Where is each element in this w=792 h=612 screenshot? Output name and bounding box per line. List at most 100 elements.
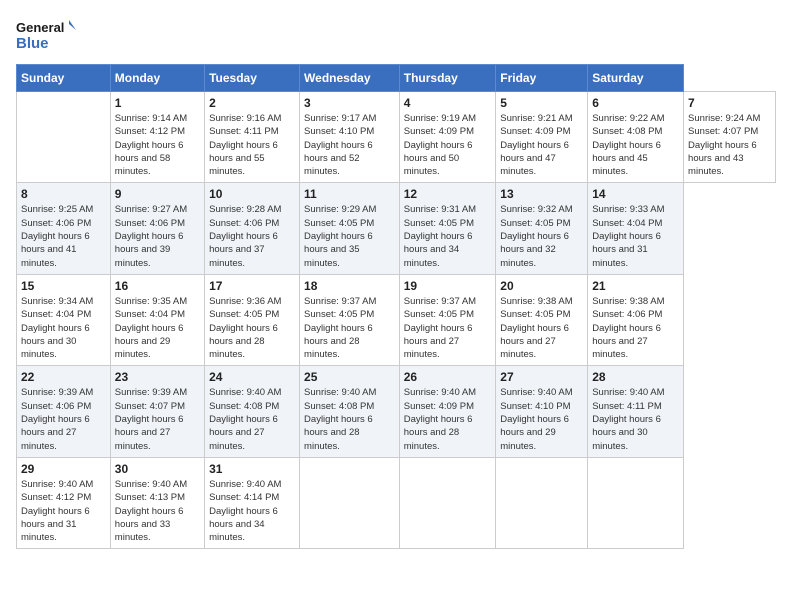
calendar-cell: 28 Sunrise: 9:40 AM Sunset: 4:11 PM Dayl…	[588, 366, 684, 457]
calendar-cell: 12 Sunrise: 9:31 AM Sunset: 4:05 PM Dayl…	[399, 183, 496, 274]
calendar-cell: 13 Sunrise: 9:32 AM Sunset: 4:05 PM Dayl…	[496, 183, 588, 274]
day-info: Sunrise: 9:37 AM Sunset: 4:05 PM Dayligh…	[404, 295, 492, 361]
day-info: Sunrise: 9:35 AM Sunset: 4:04 PM Dayligh…	[115, 295, 200, 361]
day-number: 21	[592, 279, 679, 293]
calendar-cell: 29 Sunrise: 9:40 AM Sunset: 4:12 PM Dayl…	[17, 457, 111, 548]
day-info: Sunrise: 9:40 AM Sunset: 4:12 PM Dayligh…	[21, 478, 106, 544]
day-info: Sunrise: 9:39 AM Sunset: 4:06 PM Dayligh…	[21, 386, 106, 452]
calendar-cell: 3 Sunrise: 9:17 AM Sunset: 4:10 PM Dayli…	[300, 92, 400, 183]
header-sunday: Sunday	[17, 65, 111, 92]
header-thursday: Thursday	[399, 65, 496, 92]
calendar-cell: 20 Sunrise: 9:38 AM Sunset: 4:05 PM Dayl…	[496, 274, 588, 365]
day-number: 22	[21, 370, 106, 384]
day-info: Sunrise: 9:40 AM Sunset: 4:08 PM Dayligh…	[304, 386, 395, 452]
day-number: 5	[500, 96, 583, 110]
day-info: Sunrise: 9:36 AM Sunset: 4:05 PM Dayligh…	[209, 295, 295, 361]
day-number: 24	[209, 370, 295, 384]
day-number: 4	[404, 96, 492, 110]
week-row-2: 8 Sunrise: 9:25 AM Sunset: 4:06 PM Dayli…	[17, 183, 776, 274]
calendar-cell: 11 Sunrise: 9:29 AM Sunset: 4:05 PM Dayl…	[300, 183, 400, 274]
day-number: 13	[500, 187, 583, 201]
day-number: 27	[500, 370, 583, 384]
day-info: Sunrise: 9:39 AM Sunset: 4:07 PM Dayligh…	[115, 386, 200, 452]
day-number: 10	[209, 187, 295, 201]
svg-text:Blue: Blue	[16, 35, 49, 52]
calendar-cell: 27 Sunrise: 9:40 AM Sunset: 4:10 PM Dayl…	[496, 366, 588, 457]
day-info: Sunrise: 9:25 AM Sunset: 4:06 PM Dayligh…	[21, 203, 106, 269]
calendar-cell: 25 Sunrise: 9:40 AM Sunset: 4:08 PM Dayl…	[300, 366, 400, 457]
day-info: Sunrise: 9:31 AM Sunset: 4:05 PM Dayligh…	[404, 203, 492, 269]
day-number: 2	[209, 96, 295, 110]
day-info: Sunrise: 9:38 AM Sunset: 4:05 PM Dayligh…	[500, 295, 583, 361]
day-info: Sunrise: 9:38 AM Sunset: 4:06 PM Dayligh…	[592, 295, 679, 361]
day-info: Sunrise: 9:16 AM Sunset: 4:11 PM Dayligh…	[209, 112, 295, 178]
calendar-cell: 18 Sunrise: 9:37 AM Sunset: 4:05 PM Dayl…	[300, 274, 400, 365]
day-number: 7	[688, 96, 771, 110]
calendar-cell: 19 Sunrise: 9:37 AM Sunset: 4:05 PM Dayl…	[399, 274, 496, 365]
day-info: Sunrise: 9:40 AM Sunset: 4:10 PM Dayligh…	[500, 386, 583, 452]
day-number: 31	[209, 462, 295, 476]
day-info: Sunrise: 9:40 AM Sunset: 4:08 PM Dayligh…	[209, 386, 295, 452]
day-info: Sunrise: 9:40 AM Sunset: 4:11 PM Dayligh…	[592, 386, 679, 452]
calendar-cell: 1 Sunrise: 9:14 AM Sunset: 4:12 PM Dayli…	[110, 92, 204, 183]
calendar-cell	[588, 457, 684, 548]
day-info: Sunrise: 9:22 AM Sunset: 4:08 PM Dayligh…	[592, 112, 679, 178]
day-number: 15	[21, 279, 106, 293]
calendar-cell: 17 Sunrise: 9:36 AM Sunset: 4:05 PM Dayl…	[205, 274, 300, 365]
day-number: 9	[115, 187, 200, 201]
calendar-cell	[496, 457, 588, 548]
day-number: 12	[404, 187, 492, 201]
day-info: Sunrise: 9:29 AM Sunset: 4:05 PM Dayligh…	[304, 203, 395, 269]
calendar-cell: 2 Sunrise: 9:16 AM Sunset: 4:11 PM Dayli…	[205, 92, 300, 183]
day-info: Sunrise: 9:17 AM Sunset: 4:10 PM Dayligh…	[304, 112, 395, 178]
day-number: 29	[21, 462, 106, 476]
calendar-cell: 24 Sunrise: 9:40 AM Sunset: 4:08 PM Dayl…	[205, 366, 300, 457]
day-info: Sunrise: 9:19 AM Sunset: 4:09 PM Dayligh…	[404, 112, 492, 178]
day-number: 20	[500, 279, 583, 293]
calendar-cell: 21 Sunrise: 9:38 AM Sunset: 4:06 PM Dayl…	[588, 274, 684, 365]
day-info: Sunrise: 9:40 AM Sunset: 4:09 PM Dayligh…	[404, 386, 492, 452]
calendar-cell: 10 Sunrise: 9:28 AM Sunset: 4:06 PM Dayl…	[205, 183, 300, 274]
day-info: Sunrise: 9:40 AM Sunset: 4:13 PM Dayligh…	[115, 478, 200, 544]
day-number: 6	[592, 96, 679, 110]
day-number: 28	[592, 370, 679, 384]
logo: General Blue	[16, 16, 76, 54]
header-monday: Monday	[110, 65, 204, 92]
day-number: 11	[304, 187, 395, 201]
week-row-1: 1 Sunrise: 9:14 AM Sunset: 4:12 PM Dayli…	[17, 92, 776, 183]
header-wednesday: Wednesday	[300, 65, 400, 92]
day-number: 8	[21, 187, 106, 201]
page-header: General Blue	[16, 16, 776, 54]
week-row-5: 29 Sunrise: 9:40 AM Sunset: 4:12 PM Dayl…	[17, 457, 776, 548]
calendar-cell: 31 Sunrise: 9:40 AM Sunset: 4:14 PM Dayl…	[205, 457, 300, 548]
day-number: 25	[304, 370, 395, 384]
day-info: Sunrise: 9:24 AM Sunset: 4:07 PM Dayligh…	[688, 112, 771, 178]
calendar-cell: 15 Sunrise: 9:34 AM Sunset: 4:04 PM Dayl…	[17, 274, 111, 365]
header-friday: Friday	[496, 65, 588, 92]
empty-cell	[17, 92, 111, 183]
day-number: 30	[115, 462, 200, 476]
calendar-cell: 16 Sunrise: 9:35 AM Sunset: 4:04 PM Dayl…	[110, 274, 204, 365]
week-row-3: 15 Sunrise: 9:34 AM Sunset: 4:04 PM Dayl…	[17, 274, 776, 365]
logo-svg: General Blue	[16, 16, 76, 54]
calendar-cell	[300, 457, 400, 548]
day-info: Sunrise: 9:37 AM Sunset: 4:05 PM Dayligh…	[304, 295, 395, 361]
day-number: 17	[209, 279, 295, 293]
day-number: 1	[115, 96, 200, 110]
week-row-4: 22 Sunrise: 9:39 AM Sunset: 4:06 PM Dayl…	[17, 366, 776, 457]
day-number: 23	[115, 370, 200, 384]
day-info: Sunrise: 9:34 AM Sunset: 4:04 PM Dayligh…	[21, 295, 106, 361]
day-number: 3	[304, 96, 395, 110]
day-info: Sunrise: 9:28 AM Sunset: 4:06 PM Dayligh…	[209, 203, 295, 269]
svg-text:General: General	[16, 20, 64, 35]
calendar-cell	[399, 457, 496, 548]
day-number: 18	[304, 279, 395, 293]
calendar-cell: 22 Sunrise: 9:39 AM Sunset: 4:06 PM Dayl…	[17, 366, 111, 457]
day-info: Sunrise: 9:14 AM Sunset: 4:12 PM Dayligh…	[115, 112, 200, 178]
calendar-cell: 26 Sunrise: 9:40 AM Sunset: 4:09 PM Dayl…	[399, 366, 496, 457]
calendar-cell: 23 Sunrise: 9:39 AM Sunset: 4:07 PM Dayl…	[110, 366, 204, 457]
calendar-cell: 5 Sunrise: 9:21 AM Sunset: 4:09 PM Dayli…	[496, 92, 588, 183]
day-info: Sunrise: 9:21 AM Sunset: 4:09 PM Dayligh…	[500, 112, 583, 178]
calendar-cell: 9 Sunrise: 9:27 AM Sunset: 4:06 PM Dayli…	[110, 183, 204, 274]
day-info: Sunrise: 9:32 AM Sunset: 4:05 PM Dayligh…	[500, 203, 583, 269]
